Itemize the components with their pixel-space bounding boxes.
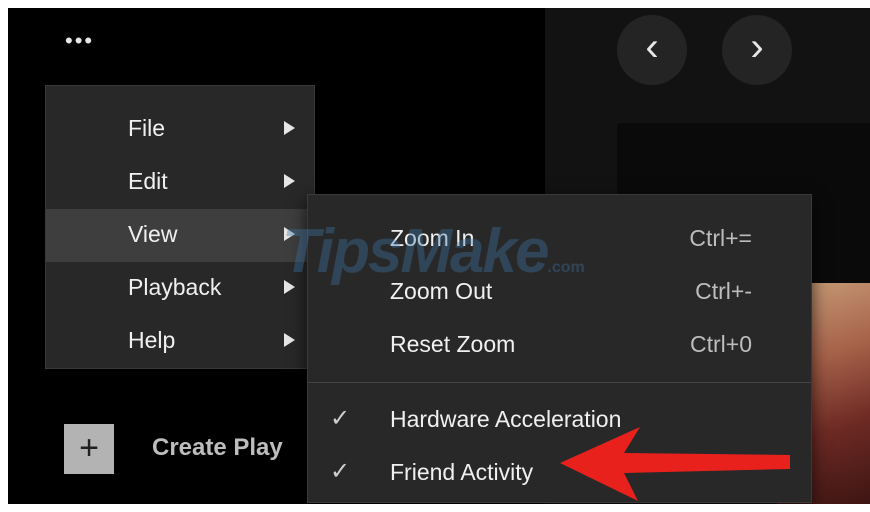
plus-icon: + (64, 424, 114, 474)
menu-item-label: View (128, 221, 178, 247)
menu-item-label: Help (128, 327, 176, 353)
menu-item-label: Edit (128, 168, 168, 194)
menu-item-view[interactable]: View (46, 209, 314, 262)
back-button[interactable]: ‹ (617, 15, 687, 85)
chevron-right-icon: › (750, 25, 764, 69)
menu-item-zoom-in[interactable]: Zoom In Ctrl+= (308, 213, 811, 266)
menu-item-playback[interactable]: Playback (46, 262, 314, 315)
arrow-shape (560, 427, 790, 501)
forward-button[interactable]: › (722, 15, 792, 85)
menu-item-label: Zoom In (390, 225, 475, 251)
menu-item-help[interactable]: Help (46, 315, 314, 368)
submenu-arrow-icon (284, 121, 295, 135)
shortcut-label: Ctrl+0 (690, 331, 752, 357)
chevron-left-icon: ‹ (645, 25, 659, 69)
menu-item-label: Friend Activity (390, 459, 534, 485)
menu-item-label: Zoom Out (390, 278, 493, 304)
checkmark-icon: ✓ (330, 405, 351, 432)
create-playlist-label: Create Play (152, 434, 283, 461)
menu-item-zoom-out[interactable]: Zoom Out Ctrl+- (308, 266, 811, 319)
submenu-arrow-icon (284, 174, 295, 188)
submenu-arrow-icon (284, 333, 295, 347)
menu-item-file[interactable]: File (46, 103, 314, 156)
menu-item-label: File (128, 115, 166, 141)
menu-item-label: Playback (128, 274, 222, 300)
menu-item-label: Reset Zoom (390, 331, 516, 357)
red-arrow-icon (560, 427, 790, 501)
more-options-icon[interactable]: ••• (65, 28, 94, 54)
app-menu: File Edit View Playback Help (45, 85, 315, 369)
submenu-arrow-icon (284, 280, 295, 294)
menu-item-reset-zoom[interactable]: Reset Zoom Ctrl+0 (308, 319, 811, 372)
menu-separator (308, 382, 811, 383)
checkmark-icon: ✓ (330, 458, 351, 485)
submenu-arrow-icon (284, 227, 295, 241)
shortcut-label: Ctrl+= (689, 225, 752, 251)
shortcut-label: Ctrl+- (695, 278, 752, 304)
menu-item-edit[interactable]: Edit (46, 156, 314, 209)
